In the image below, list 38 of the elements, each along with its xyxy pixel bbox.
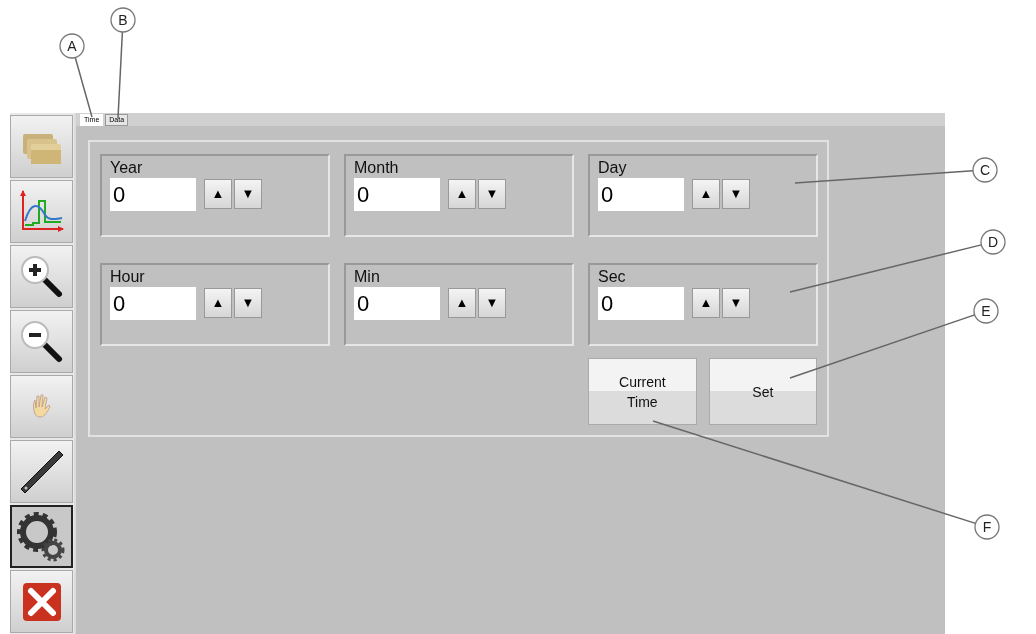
- increment-button[interactable]: ▲: [448, 288, 476, 318]
- increment-button[interactable]: ▲: [204, 288, 232, 318]
- callout-marker: E: [973, 298, 999, 324]
- decrement-button[interactable]: ▼: [478, 288, 506, 318]
- decrement-button[interactable]: ▼: [722, 288, 750, 318]
- number-input-field[interactable]: 0: [354, 287, 440, 320]
- field-label: Month: [354, 159, 400, 177]
- decrement-button[interactable]: ▼: [234, 179, 262, 209]
- number-input-field[interactable]: 0: [354, 178, 440, 211]
- number-input-field[interactable]: 0: [110, 287, 196, 320]
- field-label: Day: [598, 159, 628, 177]
- number-input-field[interactable]: 0: [598, 178, 684, 211]
- callout-marker: D: [980, 229, 1006, 255]
- tool-button[interactable]: [10, 505, 73, 568]
- gears-icon: [16, 511, 67, 562]
- number-input-field[interactable]: 0: [110, 178, 196, 211]
- field-label: Min: [354, 268, 381, 286]
- tool-button[interactable]: [10, 245, 73, 308]
- callout-marker: A: [59, 33, 85, 59]
- field-label: Year: [110, 159, 144, 177]
- number-input-field[interactable]: 0: [598, 287, 684, 320]
- increment-button[interactable]: ▲: [204, 179, 232, 209]
- set-button[interactable]: Set: [708, 358, 817, 425]
- decrement-button[interactable]: ▼: [478, 179, 506, 209]
- current-time-button[interactable]: Current Time: [588, 358, 697, 425]
- increment-button[interactable]: ▲: [692, 179, 720, 209]
- tool-button[interactable]: [10, 310, 73, 373]
- callout-marker: B: [110, 7, 136, 33]
- field-label: Sec: [598, 268, 627, 286]
- tool-button[interactable]: [10, 440, 73, 503]
- callout-marker: F: [974, 514, 1000, 540]
- field-label: Hour: [110, 268, 146, 286]
- increment-button[interactable]: ▲: [448, 179, 476, 209]
- leader-line: [74, 56, 93, 118]
- callout-marker: C: [972, 157, 998, 183]
- increment-button[interactable]: ▲: [692, 288, 720, 318]
- decrement-button[interactable]: ▼: [722, 179, 750, 209]
- decrement-button[interactable]: ▼: [234, 288, 262, 318]
